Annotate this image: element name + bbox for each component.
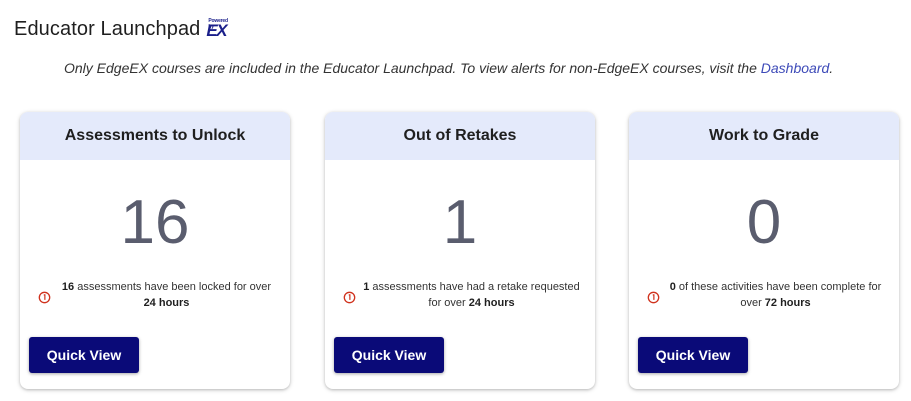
card-title: Work to Grade [629,112,899,160]
dashboard-link[interactable]: Dashboard [761,60,830,76]
page-title: Educator Launchpad [14,18,201,40]
educator-launchpad-page: Educator Launchpad Powered by EX Only Ed… [0,0,911,401]
card-out-of-retakes: Out of Retakes 1 1 assessments have had … [325,112,595,389]
alert-clock-icon [343,291,356,303]
alert-clock-icon [647,291,660,303]
quick-view-button[interactable]: Quick View [29,337,139,373]
info-text: Only EdgeEX courses are included in the … [64,60,761,76]
card-title: Assessments to Unlock [20,112,290,160]
edge-ex-logo: Powered by EX [206,18,228,40]
logo-ex-text: EX [206,20,227,40]
card-count: 16 [120,188,190,257]
card-title: Out of Retakes [325,112,595,160]
alert-text: 1 assessments have had a retake requeste… [363,281,580,309]
quick-view-button[interactable]: Quick View [638,337,748,373]
alert-clock-icon [38,291,51,303]
card-alert-message: 0 of these activities have been complete… [643,279,885,311]
info-suffix: . [829,60,834,76]
card-alert-message: 1 assessments have had a retake requeste… [339,279,581,311]
alert-text: 16 assessments have been locked for over… [61,281,272,309]
card-alert-message: 16 assessments have been locked for over… [34,279,276,311]
card-assessments-to-unlock: Assessments to Unlock 16 16 assessments … [20,112,290,389]
info-message: Only EdgeEX courses are included in the … [64,60,833,76]
card-work-to-grade: Work to Grade 0 0 of these activities ha… [629,112,899,389]
card-count: 1 [442,188,478,257]
alert-text: 0 of these activities have been complete… [669,281,882,309]
page-header: Educator Launchpad Powered by EX [14,18,228,41]
quick-view-button[interactable]: Quick View [334,337,444,373]
card-count: 0 [746,188,782,257]
